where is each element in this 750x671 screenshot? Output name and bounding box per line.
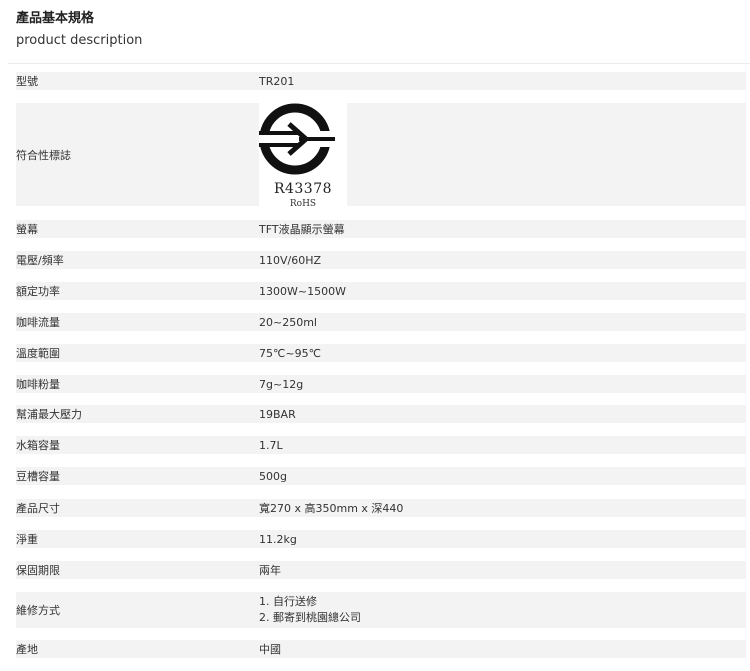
row-background xyxy=(16,375,746,393)
row-background xyxy=(16,436,746,454)
spec-label: 咖啡粉量 xyxy=(16,378,60,391)
spec-header-subtitle: product description xyxy=(16,33,143,48)
spec-row-model: 型號 TR201 xyxy=(16,72,746,90)
spec-value: 1300W~1500W xyxy=(259,284,346,298)
spec-value: 500g xyxy=(259,469,287,483)
spec-label: 水箱容量 xyxy=(16,439,60,452)
spec-value: 1.7L xyxy=(259,438,283,452)
spec-row-voltage: 電壓/頻率 110V/60HZ xyxy=(16,251,746,269)
spec-row-temperature: 溫度範圍 75℃~95℃ xyxy=(16,344,746,362)
bsmi-mark-icon xyxy=(259,103,339,175)
row-background xyxy=(16,72,746,90)
row-background xyxy=(16,561,746,579)
spec-value: 兩年 xyxy=(259,564,281,577)
spec-row-screen: 螢幕 TFT液晶顯示螢幕 xyxy=(16,220,746,238)
row-background xyxy=(16,103,746,206)
spec-row-coffee-powder: 咖啡粉量 7g~12g xyxy=(16,375,746,393)
row-background xyxy=(16,467,746,485)
rohs-mark: RoHS xyxy=(289,199,317,209)
spec-row-pump-pressure: 幫浦最大壓力 19BAR xyxy=(16,405,746,423)
spec-label: 幫浦最大壓力 xyxy=(16,408,82,421)
spec-row-origin: 產地 中國 xyxy=(16,640,746,658)
row-background xyxy=(16,220,746,238)
row-background xyxy=(16,344,746,362)
spec-label: 符合性標誌 xyxy=(16,148,71,162)
row-background xyxy=(16,640,746,658)
spec-label: 電壓/頻率 xyxy=(16,254,64,267)
spec-label: 淨重 xyxy=(16,533,38,546)
spec-label: 產品尺寸 xyxy=(16,502,60,515)
spec-value: 11.2kg xyxy=(259,532,297,546)
spec-label: 豆槽容量 xyxy=(16,470,60,483)
spec-label: 溫度範圍 xyxy=(16,347,60,360)
spec-row-warranty: 保固期限 兩年 xyxy=(16,561,746,579)
spec-value: 75℃~95℃ xyxy=(259,346,321,360)
spec-value: TR201 xyxy=(259,74,295,88)
spec-label: 螢幕 xyxy=(16,223,38,236)
bsmi-certification-logo: R43378 RoHS xyxy=(259,102,347,214)
spec-value: 110V/60HZ xyxy=(259,253,322,267)
row-background xyxy=(16,592,746,628)
spec-row-net-weight: 淨重 11.2kg xyxy=(16,530,746,548)
spec-row-repair: 維修方式 1. 自行送修 2. 郵寄到桃園總公司 xyxy=(16,592,746,628)
spec-value: 中國 xyxy=(259,643,281,656)
spec-label: 咖啡流量 xyxy=(16,316,60,329)
row-background xyxy=(16,251,746,269)
spec-row-coffee-flow: 咖啡流量 20~250ml xyxy=(16,313,746,331)
spec-value: 寬270 x 高350mm x 深440 xyxy=(259,502,404,515)
spec-value: 1. 自行送修 2. 郵寄到桃園總公司 xyxy=(259,592,361,628)
spec-label: 保固期限 xyxy=(16,564,60,577)
spec-label: 額定功率 xyxy=(16,285,60,298)
spec-row-water-tank: 水箱容量 1.7L xyxy=(16,436,746,454)
spec-header-title: 產品基本規格 xyxy=(16,11,95,26)
spec-row-power: 額定功率 1300W~1500W xyxy=(16,282,746,300)
spec-value: TFT液晶顯示螢幕 xyxy=(259,223,345,236)
spec-label: 型號 xyxy=(16,75,38,88)
spec-label: 維修方式 xyxy=(16,604,60,617)
row-background xyxy=(16,282,746,300)
spec-row-dimensions: 產品尺寸 寬270 x 高350mm x 深440 xyxy=(16,499,746,517)
header-divider xyxy=(8,63,750,64)
spec-row-certification: 符合性標誌 R43378 RoHS xyxy=(16,102,746,214)
spec-label: 產地 xyxy=(16,643,38,656)
spec-value: 19BAR xyxy=(259,407,296,421)
repair-option: 2. 郵寄到桃園總公司 xyxy=(259,611,361,624)
bsmi-code: R43378 xyxy=(273,181,333,197)
row-background xyxy=(16,313,746,331)
row-background xyxy=(16,405,746,423)
spec-row-bean-hopper: 豆槽容量 500g xyxy=(16,467,746,485)
spec-value: 7g~12g xyxy=(259,377,304,391)
spec-value: 20~250ml xyxy=(259,315,317,329)
repair-option: 1. 自行送修 xyxy=(259,595,317,608)
row-background xyxy=(16,530,746,548)
